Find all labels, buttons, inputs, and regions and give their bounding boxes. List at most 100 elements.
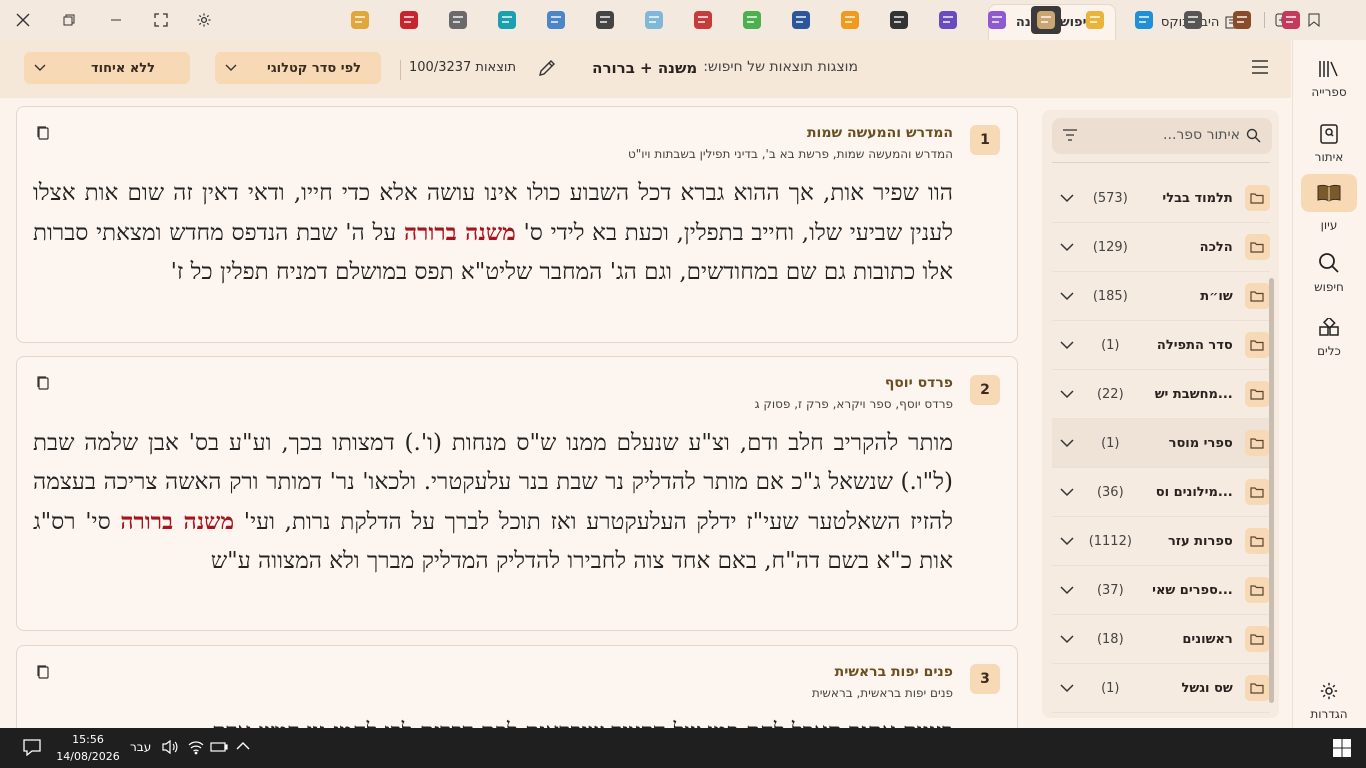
folder-icon: [1244, 234, 1270, 260]
result-number: 1: [970, 125, 1000, 155]
font-app-icon[interactable]: [884, 6, 914, 34]
rail-tools[interactable]: כלים: [1300, 309, 1358, 367]
category-row[interactable]: (22) מחשבת יש...: [1052, 370, 1270, 419]
books-app-icon[interactable]: [933, 6, 963, 34]
result-title[interactable]: המדרש והמעשה שמות: [437, 125, 953, 141]
category-row[interactable]: (37) ספרים שאי...: [1052, 566, 1270, 615]
chrome-icon[interactable]: [737, 6, 767, 34]
notification-icon[interactable]: [22, 738, 42, 756]
clock[interactable]: 15:56 14/08/2026: [56, 731, 120, 765]
copy-icon[interactable]: [36, 664, 50, 680]
folder-icon: [1244, 381, 1270, 407]
chevron-down-icon[interactable]: [1052, 340, 1081, 350]
notes-app-icon[interactable]: [639, 6, 669, 34]
chevron-down-icon[interactable]: [1052, 585, 1081, 595]
sort-dropdown[interactable]: לפי סדר קטלוגי: [215, 52, 381, 84]
book-filter-input[interactable]: איתור ספר...: [1052, 118, 1272, 154]
word-icon[interactable]: [786, 6, 816, 34]
category-row[interactable]: (36) מילונים וס...: [1052, 468, 1270, 517]
start-button[interactable]: [1332, 738, 1352, 758]
menu-icon[interactable]: [1250, 58, 1270, 76]
category-row[interactable]: (185) שו״ת: [1052, 272, 1270, 321]
result-title[interactable]: פנים יפות בראשית: [437, 664, 953, 680]
rail-label: ספרייה: [1311, 85, 1347, 99]
volume-icon[interactable]: [161, 739, 179, 755]
result-count-text: 100/3237 תוצאות: [409, 60, 516, 75]
filter-icon[interactable]: [1062, 128, 1078, 142]
otzaria-app-icon[interactable]: [1031, 6, 1061, 34]
rail-settings[interactable]: הגדרות: [1300, 672, 1358, 730]
input-language[interactable]: עבר: [130, 740, 151, 754]
chevron-down-icon[interactable]: [1052, 536, 1081, 546]
library-app-icon[interactable]: [982, 6, 1012, 34]
category-count: (1): [1101, 435, 1120, 451]
folder-icon: [1244, 577, 1270, 603]
sidebar-divider: [1052, 162, 1270, 163]
result-card[interactable]: 2 פרדס יוסף פרדס יוסף, ספר ויקרא, פרק ז, פ…: [16, 356, 1018, 631]
torah-app-icon[interactable]: [1227, 6, 1257, 34]
result-title[interactable]: פרדס יוסף: [437, 375, 953, 391]
show-hidden-icons-chevron-icon[interactable]: [236, 741, 250, 751]
rail-label: איתור: [1314, 150, 1344, 164]
category-row[interactable]: (1) שס וגשל: [1052, 664, 1270, 713]
chevron-down-icon[interactable]: [1052, 242, 1081, 252]
chevron-down-icon[interactable]: [1052, 438, 1081, 448]
folder-icon: [1244, 283, 1270, 309]
result-highlight: משנה ברורה: [403, 219, 516, 246]
chevron-down-icon[interactable]: [1052, 487, 1081, 497]
library-app2-icon[interactable]: [1276, 6, 1306, 34]
pdf-app-icon[interactable]: [394, 6, 424, 34]
group-dropdown[interactable]: ללא איחוד: [24, 52, 190, 84]
chevron-down-icon[interactable]: [1052, 193, 1081, 203]
chevron-down-icon: [24, 64, 56, 72]
rail-library[interactable]: ספרייה: [1300, 50, 1358, 108]
category-row[interactable]: (1112) ספרות עזר: [1052, 517, 1270, 566]
recorder-app-icon[interactable]: [688, 6, 718, 34]
minimize-window-icon[interactable]: [103, 8, 129, 32]
category-row[interactable]: (1) סדר התפילה: [1052, 321, 1270, 370]
media-player-icon[interactable]: [443, 6, 473, 34]
category-row[interactable]: (18) ראשונים: [1052, 615, 1270, 664]
sidebar-scrollbar[interactable]: [1269, 278, 1274, 703]
rail-search[interactable]: חיפוש: [1300, 244, 1358, 302]
search-app-icon[interactable]: [345, 6, 375, 34]
category-row[interactable]: (129) הלכה: [1052, 223, 1270, 272]
category-name: מחשבת יש...: [1154, 386, 1233, 402]
result-card[interactable]: 1 המדרש והמעשה שמות המדרש והמעשה שמות, פרש…: [16, 106, 1018, 343]
audio-app-icon[interactable]: [541, 6, 571, 34]
category-row[interactable]: (573) תלמוד בבלי: [1052, 174, 1270, 223]
sort-dropdown-label: לפי סדר קטלוגי: [267, 60, 361, 76]
chevron-down-icon[interactable]: [1052, 291, 1081, 301]
edge-icon[interactable]: [1129, 6, 1159, 34]
chevron-down-icon[interactable]: [1052, 389, 1081, 399]
rail-locate[interactable]: איתור: [1300, 115, 1358, 173]
chevron-down-icon: [215, 64, 247, 72]
open-book-icon: [1301, 174, 1357, 212]
clipboard-app-icon[interactable]: [1178, 6, 1208, 34]
security-icon[interactable]: [590, 6, 620, 34]
result-body: הוו שפיר אות, אך ההוא גברא דכל השבוע כול…: [33, 174, 953, 334]
battery-icon[interactable]: [210, 740, 228, 754]
rail-study[interactable]: עיון: [1300, 172, 1358, 234]
group-dropdown-label: ללא איחוד: [90, 60, 156, 76]
rail-label: הגדרות: [1310, 707, 1348, 721]
copy-icon[interactable]: [36, 375, 50, 391]
search-tool-icon[interactable]: [835, 6, 865, 34]
copy-icon[interactable]: [36, 125, 50, 141]
fullscreen-icon[interactable]: [148, 8, 174, 32]
category-name: מילונים וס...: [1155, 484, 1233, 500]
close-window-icon[interactable]: [10, 8, 36, 32]
category-row[interactable]: (1) ספרי מוסר: [1052, 419, 1270, 468]
edit-search-icon[interactable]: [537, 58, 557, 78]
wifi-icon[interactable]: [187, 739, 205, 755]
clock-time: 15:56: [72, 733, 104, 746]
hebrew-app-icon[interactable]: [492, 6, 522, 34]
result-body: מותר להקריב חלב ודם, וצ"ע שנעלם ממנו ש"ס…: [33, 424, 953, 622]
chevron-down-icon[interactable]: [1052, 683, 1081, 693]
tools-icon: [1319, 318, 1339, 338]
settings-gear-icon[interactable]: [191, 8, 217, 32]
chevron-down-icon[interactable]: [1052, 634, 1081, 644]
file-explorer-icon[interactable]: [1080, 6, 1110, 34]
search-summary: מוצגות תוצאות של חיפוש: משנה + ברורה: [578, 59, 858, 79]
restore-window-icon[interactable]: [56, 8, 82, 32]
